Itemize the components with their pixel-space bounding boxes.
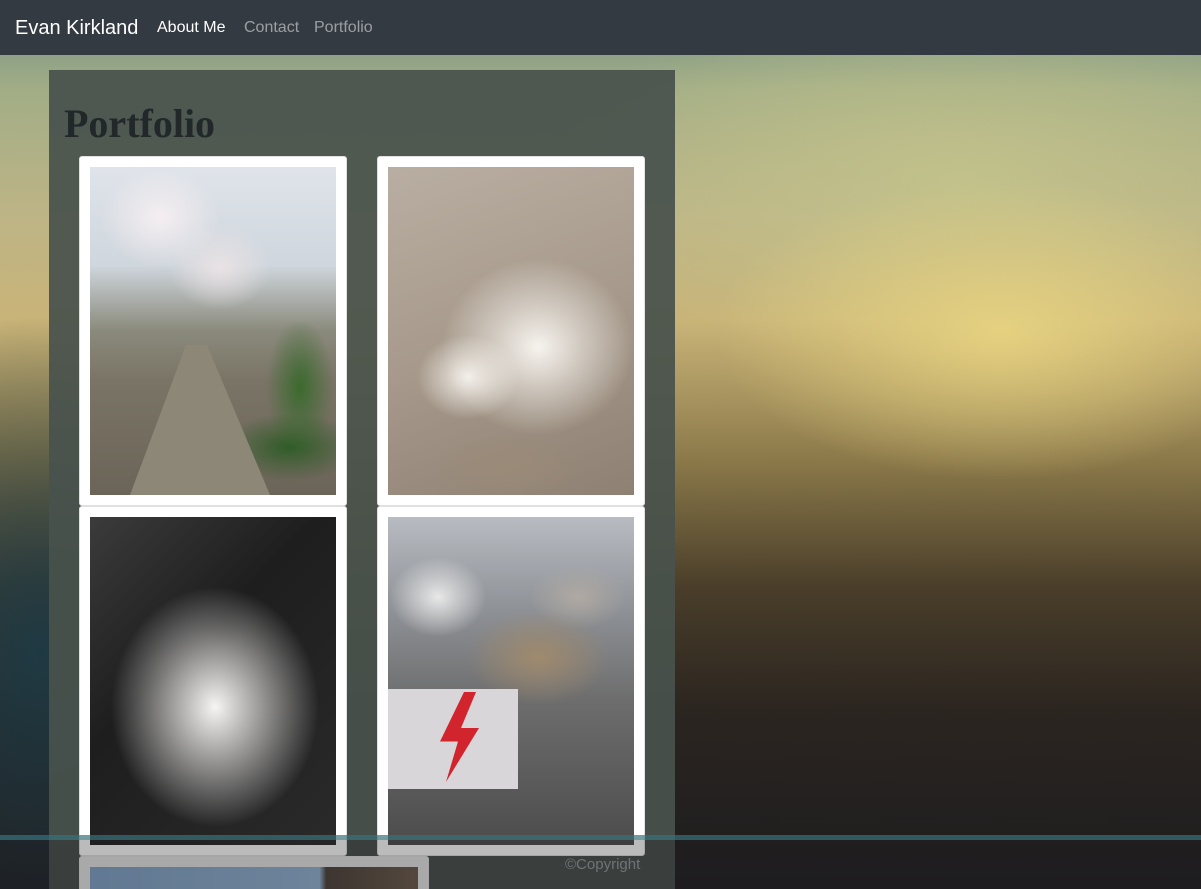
top-navbar: Evan Kirkland About Me Contact Portfolio	[0, 0, 1201, 55]
page-title: Portfolio	[64, 101, 216, 146]
white-dog-photo	[90, 517, 336, 845]
photo-card[interactable]	[377, 156, 645, 506]
park-path-photo	[90, 167, 336, 495]
street-planter-photo	[388, 517, 634, 845]
brand-link[interactable]: Evan Kirkland	[15, 16, 138, 40]
dog-on-carpet-photo	[388, 167, 634, 495]
nav-link-contact[interactable]: Contact	[244, 18, 299, 38]
photo-card[interactable]	[79, 156, 347, 506]
nav-link-about-me[interactable]: About Me	[157, 18, 225, 38]
nav-link-portfolio[interactable]: Portfolio	[314, 18, 373, 38]
copyright-text: ©Copyright	[565, 856, 641, 873]
content-panel: Portfolio	[49, 70, 675, 889]
photo-card[interactable]	[79, 506, 347, 856]
photo-detail	[130, 345, 270, 495]
photo-card[interactable]	[377, 506, 645, 856]
